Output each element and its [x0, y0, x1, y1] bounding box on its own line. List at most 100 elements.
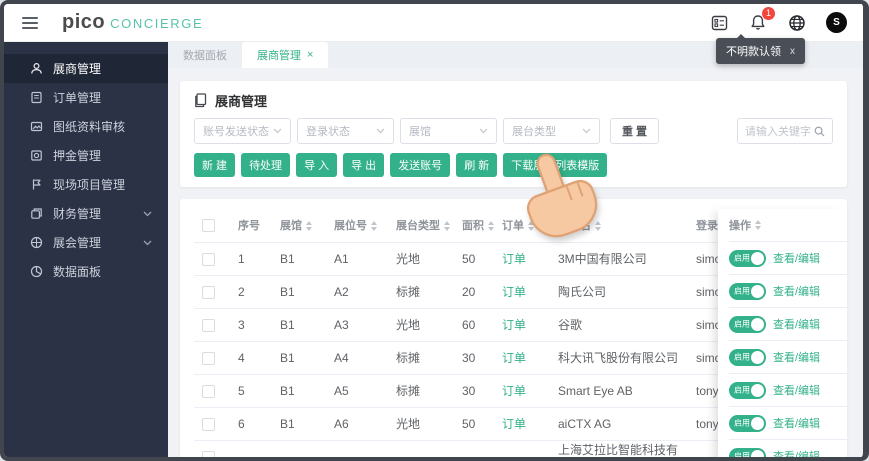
search-icon	[814, 126, 825, 136]
sidebar-item-order-mgmt[interactable]: 订单管理	[4, 83, 168, 112]
sidebar-item-deposit-mgmt[interactable]: 押金管理	[4, 141, 168, 170]
chevron-down-icon	[582, 128, 591, 134]
chevron-down-icon	[273, 128, 282, 134]
sidebar-item-label: 图纸资料审核	[53, 120, 126, 134]
ops-row: 启用 查看/编辑	[729, 308, 847, 341]
tab-close-icon[interactable]: ×	[307, 49, 313, 61]
col-header-booth[interactable]: 展位号	[326, 209, 388, 243]
select-placeholder: 展馆	[409, 126, 431, 138]
chevron-down-icon	[143, 211, 152, 216]
chevron-down-icon	[376, 128, 385, 134]
row-checkbox[interactable]	[202, 318, 215, 332]
toggle-knob	[751, 284, 764, 298]
pending-button[interactable]: 待处理	[241, 153, 291, 177]
language-globe-icon[interactable]	[787, 13, 807, 33]
view-edit-link[interactable]: 查看/编辑	[773, 349, 820, 365]
onsite-project-icon	[32, 179, 41, 190]
col-header-area[interactable]: 面积	[454, 209, 494, 243]
enable-toggle[interactable]: 启用	[729, 348, 766, 366]
filter-select-booth-type[interactable]: 展台类型	[503, 118, 600, 144]
send-account-button[interactable]: 发送账号	[390, 153, 451, 177]
drawing-review-icon	[30, 121, 43, 132]
operations-fixed-column: 操作 启用 查看/编辑 启用 查看/编辑 启用 查看/编辑 启用 查看/编辑 启…	[718, 209, 847, 457]
sidebar-item-label: 展商管理	[53, 62, 102, 76]
tab-exhibitor-mgmt[interactable]: 展商管理 ×	[242, 42, 329, 68]
col-header-no: 序号	[230, 209, 272, 243]
header-actions: 1 S	[709, 6, 847, 33]
filter-select-hall[interactable]: 展馆	[400, 118, 497, 144]
order-link[interactable]: 订单	[502, 252, 526, 266]
toggle-knob	[751, 449, 764, 457]
enable-toggle[interactable]: 启用	[729, 414, 766, 432]
sidebar-item-exhibition-mgmt[interactable]: 展会管理	[4, 228, 168, 257]
ops-row: 启用 查看/编辑	[729, 407, 847, 440]
claim-tooltip: 不明款认领 x	[716, 34, 805, 64]
enable-toggle[interactable]: 启用	[729, 315, 766, 333]
sort-icon[interactable]	[444, 221, 450, 232]
sidebar-item-label: 展会管理	[53, 236, 102, 250]
dashboard-icon	[30, 265, 43, 278]
enable-toggle[interactable]: 启用	[729, 381, 766, 399]
view-edit-link[interactable]: 查看/编辑	[773, 448, 820, 457]
col-header-hall[interactable]: 展馆	[272, 209, 326, 243]
row-checkbox[interactable]	[202, 417, 215, 431]
view-edit-link[interactable]: 查看/编辑	[773, 283, 820, 299]
select-all-checkbox[interactable]	[202, 218, 215, 232]
order-link[interactable]: 订单	[502, 351, 526, 365]
view-edit-link[interactable]: 查看/编辑	[773, 250, 820, 266]
view-edit-link[interactable]: 查看/编辑	[773, 316, 820, 332]
enable-toggle[interactable]: 启用	[729, 282, 766, 300]
sidebar-item-label: 财务管理	[53, 207, 102, 221]
reset-button[interactable]: 重 置	[610, 118, 660, 144]
sidebar-item-label: 押金管理	[53, 149, 102, 163]
enable-toggle[interactable]: 启用	[729, 249, 766, 267]
order-link[interactable]: 订单	[502, 417, 526, 431]
tab-data-dashboard[interactable]: 数据面板	[168, 42, 242, 68]
sidebar-item-data-dashboard[interactable]: 数据面板	[4, 257, 168, 286]
chevron-down-icon	[143, 240, 152, 245]
page-title-row: 展商管理	[194, 91, 833, 109]
user-avatar[interactable]: S	[826, 12, 847, 33]
col-header-type[interactable]: 展台类型	[388, 209, 454, 243]
claim-form-icon[interactable]	[709, 13, 729, 33]
app-window: pico CONCIERGE 1 S 不明款认领 x 展商管理 订单管理 图纸资…	[0, 0, 869, 461]
sidebar-item-label: 数据面板	[53, 265, 102, 279]
finance-icon	[31, 208, 42, 219]
enable-toggle[interactable]: 启用	[729, 447, 766, 457]
row-checkbox[interactable]	[202, 384, 215, 398]
sidebar-item-label: 订单管理	[53, 91, 102, 105]
row-checkbox[interactable]	[202, 252, 215, 266]
tooltip-close-icon[interactable]: x	[790, 46, 795, 57]
export-button[interactable]: 导 出	[343, 153, 385, 177]
sidebar-item-onsite-project-mgmt[interactable]: 现场项目管理	[4, 170, 168, 199]
exhibitor-icon	[31, 62, 42, 74]
sort-icon[interactable]	[371, 221, 377, 232]
row-checkbox[interactable]	[202, 450, 215, 457]
keyword-search-input[interactable]: 请输入关键字	[737, 118, 833, 144]
import-button[interactable]: 导 入	[296, 153, 338, 177]
notification-bell-icon[interactable]: 1	[748, 6, 775, 33]
sort-icon[interactable]	[755, 220, 761, 230]
sidebar-item-finance-mgmt[interactable]: 财务管理	[4, 199, 168, 228]
menu-toggle-icon[interactable]	[22, 16, 38, 29]
sort-icon[interactable]	[306, 221, 312, 232]
exhibition-icon	[30, 236, 43, 249]
order-link[interactable]: 订单	[502, 285, 526, 299]
sidebar-item-drawing-review[interactable]: 图纸资料审核	[4, 112, 168, 141]
order-link[interactable]: 订单	[502, 318, 526, 332]
order-link[interactable]: 订单	[502, 384, 526, 398]
col-header-operations[interactable]: 操作	[729, 209, 847, 242]
hand-cursor	[526, 153, 598, 238]
filter-select-login-status[interactable]: 登录状态	[297, 118, 394, 144]
sidebar-item-exhibitor-mgmt[interactable]: 展商管理	[4, 54, 168, 83]
view-edit-link[interactable]: 查看/编辑	[773, 415, 820, 431]
notification-badge: 1	[762, 6, 775, 20]
row-checkbox[interactable]	[202, 285, 215, 299]
refresh-button[interactable]: 刷 新	[456, 153, 498, 177]
row-checkbox[interactable]	[202, 351, 215, 365]
filter-select-account-send-status[interactable]: 账号发送状态	[194, 118, 291, 144]
claim-tooltip-text: 不明款认领	[726, 46, 781, 58]
new-button[interactable]: 新 建	[194, 153, 236, 177]
sort-icon[interactable]	[488, 221, 494, 232]
view-edit-link[interactable]: 查看/编辑	[773, 382, 820, 398]
